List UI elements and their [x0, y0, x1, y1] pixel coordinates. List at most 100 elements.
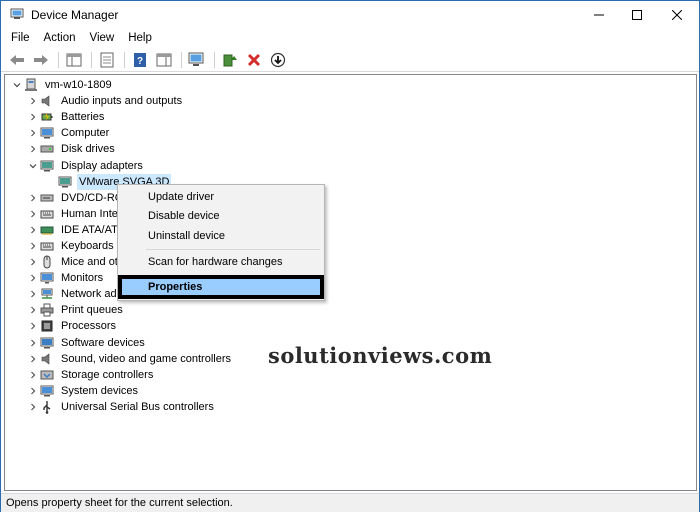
display-adapter-icon [57, 175, 73, 189]
menu-file[interactable]: File [1, 28, 37, 48]
device-manager-app-icon [10, 8, 24, 19]
tree-category-label: Keyboards [61, 239, 114, 252]
chevron-right-icon[interactable] [27, 254, 39, 270]
usb-icon [39, 400, 55, 414]
chevron-right-icon[interactable] [27, 93, 39, 109]
tree-category-label: System devices [61, 384, 139, 397]
chevron-right-icon[interactable] [27, 270, 39, 286]
tree-category-item[interactable]: Network ad [5, 286, 696, 302]
update-driver-button[interactable] [219, 50, 241, 70]
tree-category-label: Universal Serial Bus controllers [61, 400, 214, 413]
tree-category-label: DVD/CD-RC [61, 191, 123, 204]
chevron-right-icon[interactable] [27, 286, 39, 302]
tree-category-label: Print queues [61, 304, 123, 317]
software-device-icon [39, 336, 55, 350]
tree-root[interactable]: vm-w10-1809 [5, 77, 696, 93]
chevron-right-icon[interactable] [27, 222, 39, 238]
tree-category-label: Computer [61, 127, 110, 140]
tree-device-item[interactable]: VMware SVGA 3D [5, 173, 696, 190]
menu-scan-hardware[interactable]: Scan for hardware changes [118, 252, 324, 272]
menu-action[interactable]: Action [37, 28, 83, 48]
maximize-button[interactable] [614, 1, 659, 28]
tree-category-item[interactable]: Universal Serial Bus controllers [5, 399, 696, 415]
disk-drive-icon [39, 142, 55, 156]
chevron-right-icon[interactable] [27, 206, 39, 222]
keyboard-icon [39, 239, 55, 253]
chevron-right-icon[interactable] [27, 190, 39, 206]
status-text: Opens property sheet for the current sel… [6, 497, 233, 509]
chevron-right-icon[interactable] [27, 383, 39, 399]
tree-category-item[interactable]: DVD/CD-RC [5, 190, 696, 206]
chevron-right-icon[interactable] [27, 335, 39, 351]
tree-category-item[interactable]: Display adapters [5, 157, 696, 173]
chevron-right-icon[interactable] [27, 399, 39, 415]
tree-category-item[interactable]: Monitors [5, 270, 696, 286]
keyboard-icon [39, 207, 55, 221]
chevron-right-icon[interactable] [27, 367, 39, 383]
computer-tree-icon [23, 78, 39, 92]
menu-help[interactable]: Help [121, 28, 159, 48]
storage-icon [39, 368, 55, 382]
tree-category-label: Batteries [61, 111, 105, 124]
chevron-right-icon[interactable] [27, 351, 39, 367]
chevron-right-icon[interactable] [27, 109, 39, 125]
tree-category-item[interactable]: Batteries [5, 109, 696, 125]
speaker-icon [39, 352, 55, 366]
dvd-icon [39, 191, 55, 205]
download-circle-icon [270, 52, 286, 67]
tree-category-item[interactable]: Human Inte [5, 206, 696, 222]
tree-category-item[interactable]: Mice and ot [5, 254, 696, 270]
chevron-down-icon[interactable] [27, 158, 39, 174]
enable-device-button[interactable] [267, 50, 289, 70]
chevron-right-icon[interactable] [27, 302, 39, 318]
menu-disable-device[interactable]: Disable device [118, 206, 324, 226]
tree-category-item[interactable]: Audio inputs and outputs [5, 93, 696, 109]
update-driver-icon [223, 54, 237, 66]
tree-category-item[interactable]: System devices [5, 383, 696, 399]
uninstall-device-button[interactable] [243, 50, 265, 70]
tree-category-label: Mice and ot [61, 256, 118, 269]
chevron-right-icon[interactable] [27, 238, 39, 254]
menu-properties[interactable]: Properties [118, 277, 324, 297]
toolbar-separator [124, 51, 125, 68]
toolbar: ? [1, 48, 699, 72]
network-icon [39, 287, 55, 301]
tree-root-label: vm-w10-1809 [45, 79, 112, 92]
back-button[interactable] [6, 50, 28, 70]
action-pane-icon [156, 53, 172, 66]
tree-category-label: Display adapters [61, 159, 143, 172]
chevron-down-icon[interactable] [11, 77, 23, 93]
properties-toolbar-button[interactable] [96, 50, 118, 70]
tree-category-item[interactable]: Disk drives [5, 141, 696, 157]
tree-category-item[interactable]: Keyboards [5, 238, 696, 254]
maximize-icon [631, 9, 642, 20]
tree-category-label: Audio inputs and outputs [61, 95, 183, 108]
speaker-icon [39, 94, 55, 108]
help-button[interactable]: ? [129, 50, 151, 70]
menu-uninstall-device[interactable]: Uninstall device [118, 226, 324, 246]
battery-icon [39, 110, 55, 124]
tree-category-item[interactable]: Storage controllers [5, 367, 696, 383]
menu-view[interactable]: View [83, 28, 122, 48]
chevron-right-icon[interactable] [27, 141, 39, 157]
scan-hardware-button[interactable] [186, 50, 208, 70]
close-button[interactable] [654, 1, 699, 28]
show-hide-console-tree-button[interactable] [63, 50, 85, 70]
menu-update-driver[interactable]: Update driver [118, 187, 324, 207]
chevron-right-icon[interactable] [27, 318, 39, 334]
context-menu-separator [146, 249, 320, 250]
tree-category-item[interactable]: Computer [5, 125, 696, 141]
tree-category-label: Storage controllers [61, 368, 154, 381]
close-icon [671, 9, 682, 20]
tree-category-label: Network ad [61, 288, 117, 301]
tree-category-label: Processors [61, 320, 117, 333]
tree-category-item[interactable]: Processors [5, 318, 696, 334]
action-pane-button[interactable] [153, 50, 175, 70]
forward-arrow-icon [34, 54, 48, 65]
tree-category-item[interactable]: Print queues [5, 302, 696, 318]
chevron-right-icon[interactable] [27, 125, 39, 141]
properties-sheet-icon [100, 52, 114, 67]
tree-category-item[interactable]: IDE ATA/ATA [5, 222, 696, 238]
svg-text:?: ? [137, 56, 143, 67]
forward-button[interactable] [30, 50, 52, 70]
